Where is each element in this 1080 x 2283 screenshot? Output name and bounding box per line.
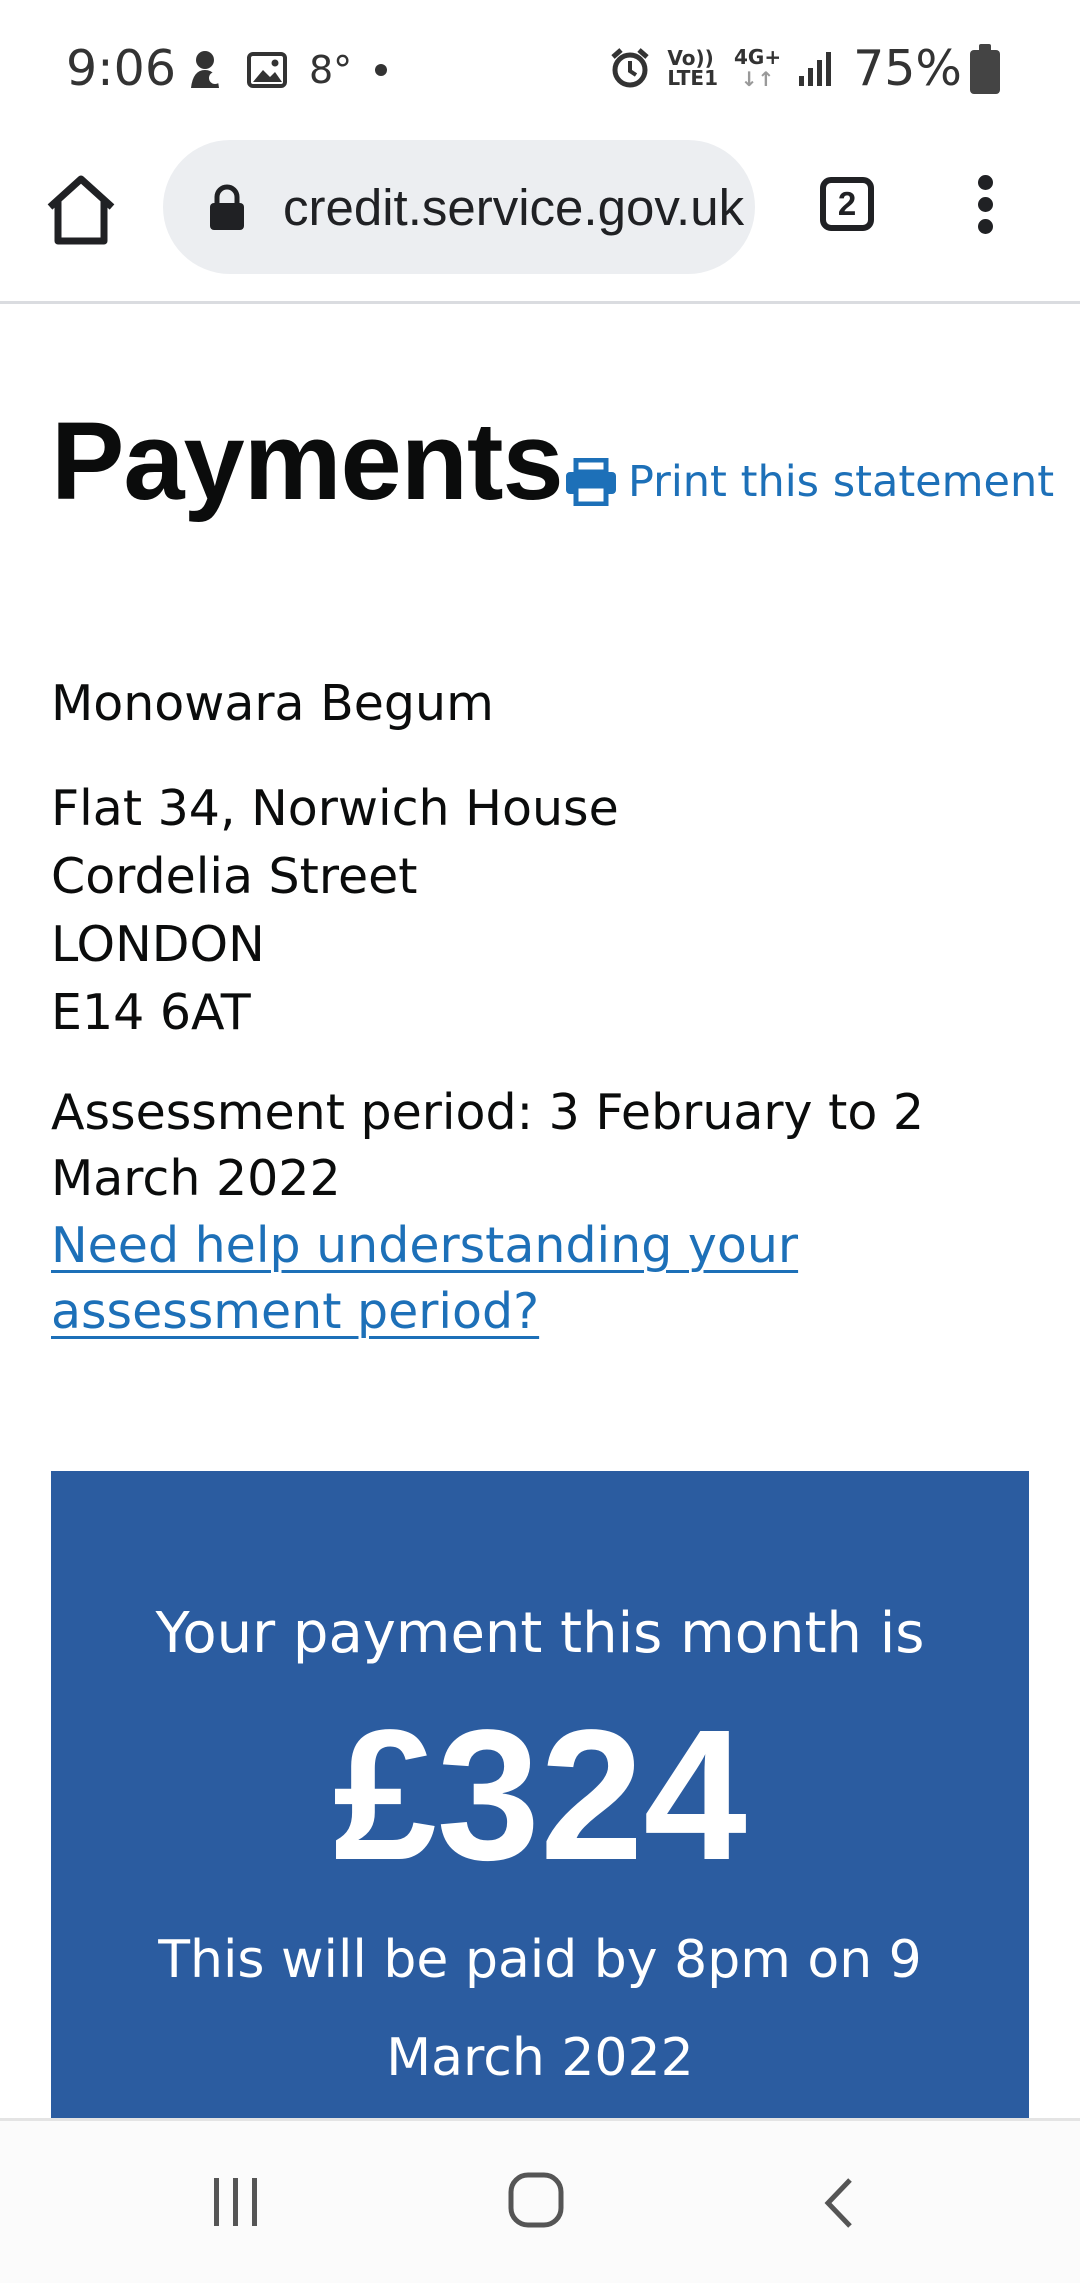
system-icons: Vo)) LTE1 4G+ ↓↑ 75%: [609, 39, 962, 97]
payment-amount: £324: [333, 1692, 747, 1899]
address-bar[interactable]: credit.service.gov.uk: [163, 140, 755, 274]
status-bar: 9:06 8° Vo)) LTE1 4G+ ↓↑ 75%: [0, 0, 1080, 135]
payment-panel: Your payment this month is £324 This wil…: [51, 1471, 1029, 2121]
printer-icon: [566, 458, 616, 506]
assessment-help-link[interactable]: Need help understanding your assessment …: [51, 1213, 851, 1345]
network-type-icon: 4G+ ↓↑: [733, 45, 782, 91]
signal-icon: [799, 52, 832, 86]
page-title: Payments: [51, 400, 564, 523]
navigation-bar: [0, 2118, 1080, 2283]
volte-icon: Vo)) LTE1: [667, 46, 718, 90]
home-icon[interactable]: [42, 171, 120, 249]
notification-icons: 8°: [185, 42, 388, 98]
menu-icon[interactable]: [971, 175, 1001, 235]
home-nav-icon[interactable]: [507, 2171, 565, 2229]
recent-apps-icon[interactable]: [210, 2176, 262, 2228]
back-icon[interactable]: [820, 2176, 856, 2230]
claimant-address: Flat 34, Norwich House Cordelia Street L…: [51, 775, 619, 1047]
gallery-icon: [247, 52, 287, 88]
tab-switcher-button[interactable]: 2: [820, 177, 874, 231]
temperature-label: 8°: [309, 48, 353, 92]
browser-toolbar: credit.service.gov.uk 2: [0, 135, 1080, 304]
payment-date: This will be paid by 8pm on 9 March 2022: [158, 1930, 922, 2088]
lock-icon: [210, 184, 244, 230]
address-line: LONDON: [51, 916, 265, 973]
alarm-icon: [611, 48, 649, 88]
payment-intro: Your payment this month is: [155, 1601, 925, 1666]
address-line: Flat 34, Norwich House: [51, 780, 619, 837]
address-line: Cordelia Street: [51, 848, 418, 905]
dot-icon: [375, 64, 388, 76]
print-statement-link[interactable]: Print this statement: [564, 457, 1054, 507]
messenger-icon: [191, 51, 221, 88]
battery-percent: 75%: [853, 39, 962, 97]
address-line: E14 6AT: [51, 984, 251, 1041]
print-statement-label[interactable]: Print this statement: [628, 457, 1054, 507]
claimant-name: Monowara Begum: [51, 675, 494, 732]
battery-icon: [970, 44, 1000, 94]
url-text[interactable]: credit.service.gov.uk: [283, 178, 753, 237]
status-time: 9:06: [66, 40, 177, 97]
assessment-period: Assessment period: 3 February to 2 March…: [51, 1084, 925, 1207]
